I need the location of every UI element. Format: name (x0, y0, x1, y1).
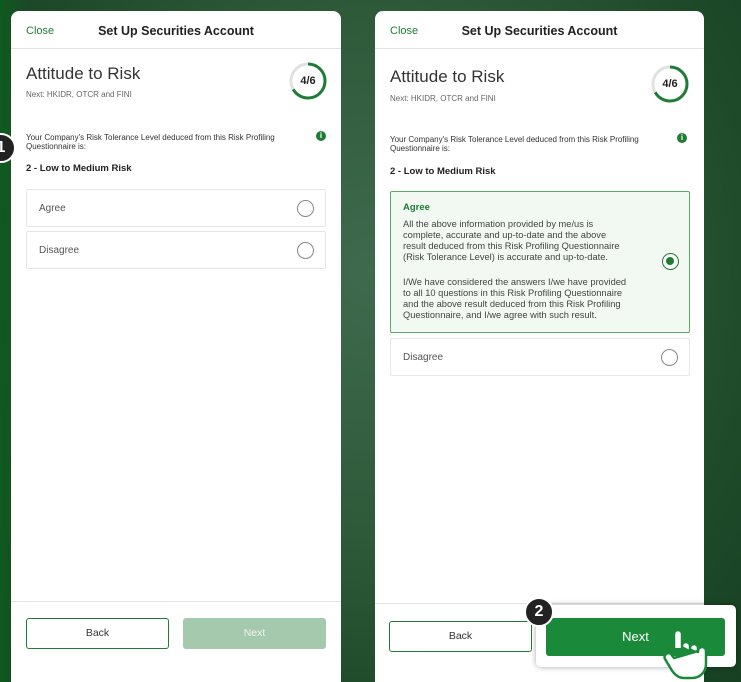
screen-title: Set Up Securities Account (98, 24, 254, 38)
risk-question: Your Company's Risk Tolerance Level dedu… (390, 135, 639, 153)
risk-question: Your Company's Risk Tolerance Level dedu… (26, 133, 275, 151)
progress-ring: 4/6 (288, 61, 328, 101)
agree-option[interactable]: Agree (26, 189, 326, 227)
progress-ring: 4/6 (650, 64, 690, 104)
disagree-option[interactable]: Disagree (26, 231, 326, 269)
top-bar: Close Set Up Securities Account (375, 11, 704, 49)
disagree-radio[interactable] (297, 242, 314, 259)
agree-option-selected[interactable]: Agree All the above information provided… (390, 191, 690, 333)
agree-text-line-3: result deduced from this Risk Profiling … (403, 241, 620, 251)
next-button-disabled[interactable]: Next (183, 618, 326, 649)
info-icon[interactable]: i (316, 131, 326, 141)
screen-after: Close Set Up Securities Account Attitude… (375, 11, 704, 682)
agree-text-line-4: (Risk Tolerance Level) is accurate and u… (403, 252, 608, 262)
agree-radio-selected[interactable] (662, 253, 679, 270)
agree-text-line-7: and the above result deduced from this R… (403, 299, 621, 309)
screen-title: Set Up Securities Account (461, 24, 618, 38)
step-badge-2: 2 (524, 597, 554, 627)
screen-before: Close Set Up Securities Account Attitude… (11, 11, 341, 682)
disagree-label: Disagree (39, 245, 80, 256)
risk-result: 2 - Low to Medium Risk (26, 163, 132, 174)
agree-text-line-8: Questionnaire, and I/we agree with such … (403, 310, 597, 320)
agree-label: Agree (39, 203, 66, 214)
back-button[interactable]: Back (26, 618, 169, 649)
agree-text-line-1: All the above information provided by me… (403, 219, 594, 229)
disagree-option[interactable]: Disagree (390, 338, 690, 376)
pointer-hand-icon (663, 628, 708, 680)
agree-text-line-2: complete, accurate and up-to-date and th… (403, 230, 607, 240)
step-title: Attitude to Risk (390, 67, 505, 86)
top-bar: Close Set Up Securities Account (11, 11, 341, 49)
disagree-label: Disagree (403, 352, 444, 363)
back-button[interactable]: Back (389, 621, 532, 652)
progress-label: 4/6 (662, 78, 678, 90)
step-next-hint: Next: HKIDR, OTCR and FINI (26, 90, 132, 99)
agree-label: Agree (403, 202, 430, 213)
step-next-hint: Next: HKIDR, OTCR and FINI (390, 94, 496, 103)
step-title: Attitude to Risk (26, 64, 141, 83)
agree-text-line-6: to all 10 questions in this Risk Profili… (403, 288, 623, 298)
agree-text-line-5: I/We have considered the answers I/we ha… (403, 277, 627, 287)
progress-label: 4/6 (300, 75, 316, 87)
risk-result: 2 - Low to Medium Risk (390, 166, 496, 177)
disagree-radio[interactable] (661, 349, 678, 366)
agree-radio[interactable] (297, 200, 314, 217)
footer-bar: Back Next (11, 601, 341, 682)
info-icon[interactable]: i (677, 133, 687, 143)
